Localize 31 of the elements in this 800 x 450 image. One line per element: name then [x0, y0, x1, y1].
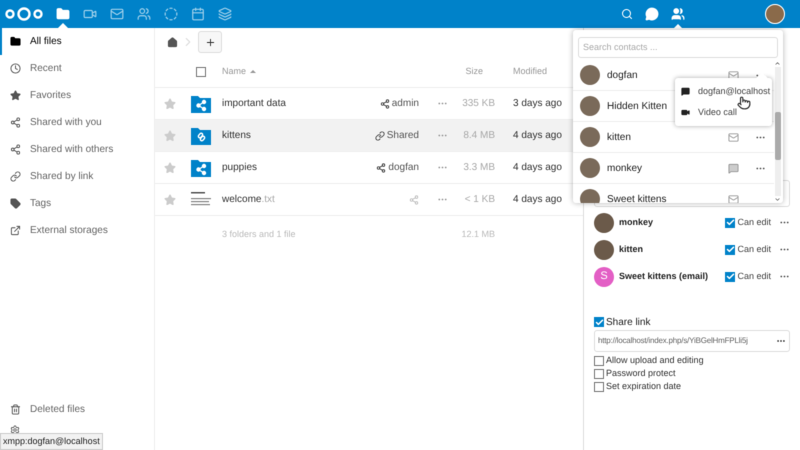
tooltip: xmpp:dogfan@localhost [0, 432, 103, 450]
modified-date: 4 days ago [513, 162, 562, 173]
menu-item-label: Video call [698, 106, 737, 119]
modified-date: 3 days ago [513, 98, 562, 109]
share-url: http://localhost/index.php/s/YiBGelHmFPLli5j [598, 335, 749, 347]
modified-date: 4 days ago [513, 194, 562, 205]
sidebar-label: Deleted files [30, 403, 86, 417]
share-name: kitten [619, 242, 644, 256]
share-name: monkey [619, 216, 654, 229]
contact-name: Sweet kittens [607, 192, 666, 203]
contact-name: Hidden Kitten [607, 100, 668, 114]
modified-date: 4 days ago [513, 130, 562, 141]
contact-name: dogfan [607, 68, 638, 82]
file-size: 335 KB [462, 97, 495, 111]
sidebar-label: All files [30, 35, 62, 49]
sidebar-label: External storages [30, 224, 108, 238]
sidebar-label: Shared by link [30, 170, 94, 184]
sidebar-label: Shared with others [30, 143, 114, 157]
sidebar-label: Recent [30, 62, 62, 76]
summary-text: 3 folders and 1 file [222, 228, 297, 242]
letter-avatar: S [594, 266, 614, 286]
share-name: Sweet kittens (email) [619, 270, 710, 283]
contact-name: monkey [607, 162, 642, 176]
contact-name: kitten [607, 130, 631, 144]
sidebar-label: Tags [30, 197, 52, 211]
sidebar-label: Shared with you [30, 116, 102, 130]
file-size: < 1 KB [464, 193, 495, 207]
file-size: 8.4 MB [463, 129, 495, 143]
sidebar-label: Favorites [30, 89, 72, 103]
file-size: 3.3 MB [463, 161, 495, 175]
summary-size: 12.1 MB [461, 228, 495, 242]
